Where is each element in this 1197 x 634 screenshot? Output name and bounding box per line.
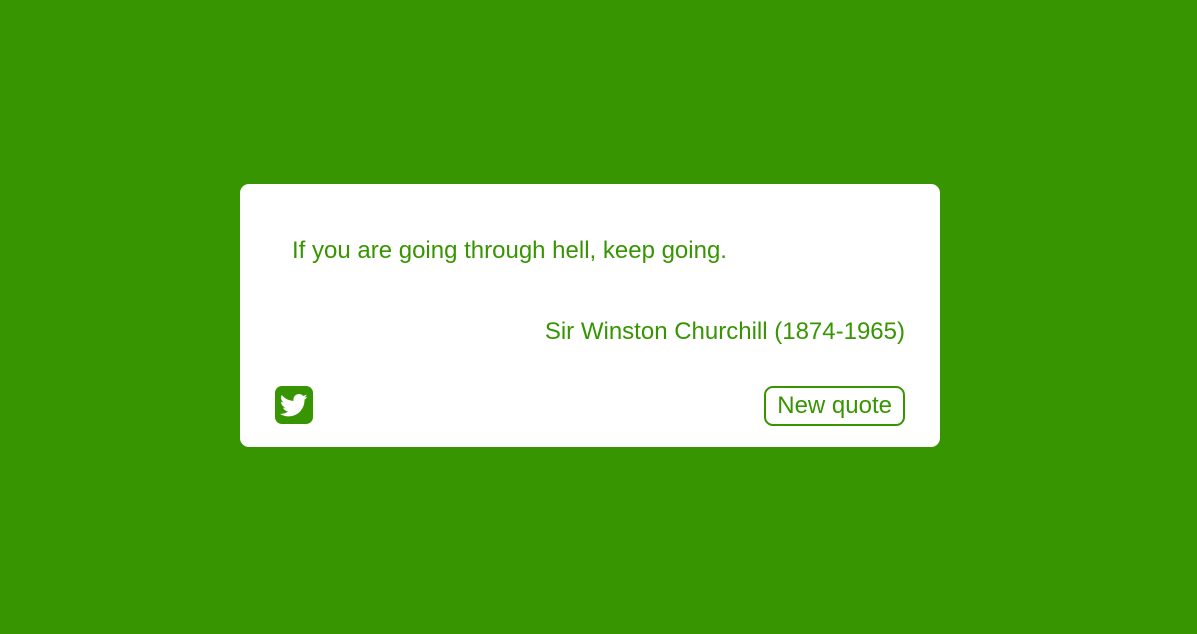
quote-text: If you are going through hell, keep goin… (292, 237, 727, 264)
new-quote-button[interactable]: New quote (764, 386, 905, 426)
quote-card: If you are going through hell, keep goin… (240, 184, 940, 447)
quote-author: Sir Winston Churchill (1874-1965) (544, 318, 905, 345)
twitter-icon (280, 391, 308, 419)
tweet-quote-button[interactable] (275, 386, 313, 424)
